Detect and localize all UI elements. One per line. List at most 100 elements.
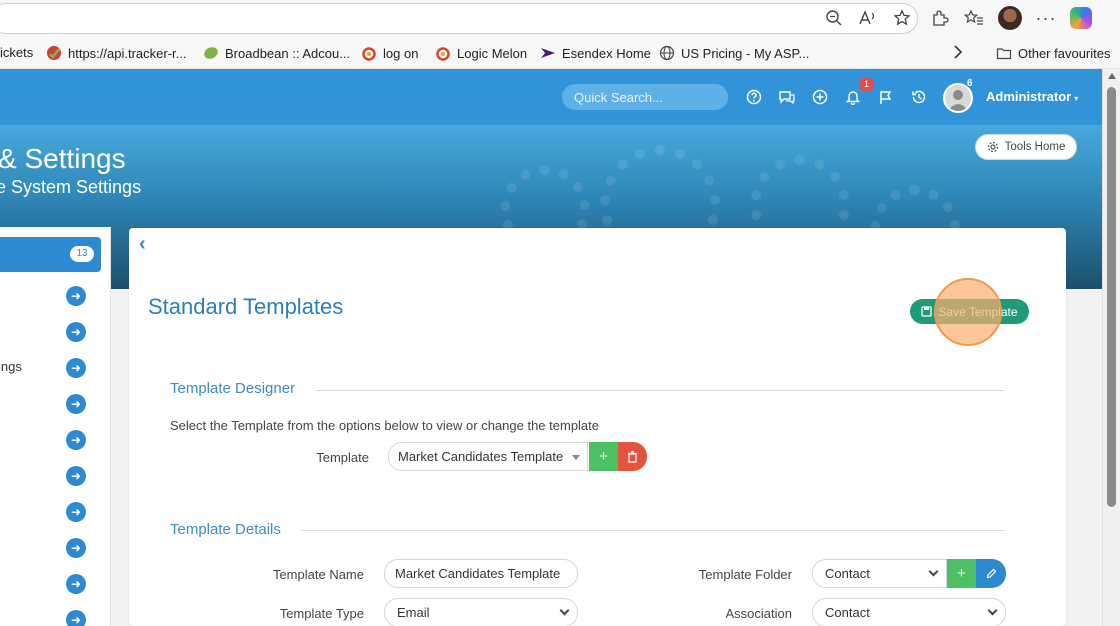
template-type-select[interactable]: Email <box>384 598 578 626</box>
broadbean-favicon <box>204 47 218 59</box>
template-name-input[interactable]: Market Candidates Template <box>384 559 578 588</box>
user-menu-caret-icon: ▾ <box>1074 94 1079 103</box>
click-highlight <box>934 278 1002 346</box>
back-chevron-icon[interactable]: ‹ <box>139 233 146 256</box>
settings-sidebar: 13 ➜ ➜ ings ➜ ➜ ➜ ➜ ➜ ➜ ➜ ➜ <box>0 227 111 626</box>
bookmark-item[interactable]: log on <box>361 45 418 61</box>
banner-title: & Settings <box>0 143 126 174</box>
template-details-heading: Template Details <box>170 521 281 538</box>
other-favourites-label: Other favourites <box>1018 45 1111 61</box>
association-label: Association <box>725 606 792 621</box>
template-type-label: Template Type <box>279 606 364 621</box>
tools-home-button[interactable]: Tools Home <box>975 134 1077 160</box>
add-circle-icon[interactable] <box>811 88 829 106</box>
zoom-icon[interactable] <box>824 8 844 28</box>
tools-home-label: Tools Home <box>1004 141 1066 153</box>
bookmark-item[interactable]: Logic Melon <box>435 45 527 61</box>
bookmark-label: ickets <box>0 45 34 60</box>
bookmark-item[interactable]: ickets <box>0 45 33 60</box>
page-scrollbar[interactable] <box>1102 69 1120 626</box>
bookmark-label: Broadbean :: Adcou... <box>225 45 351 61</box>
sidebar-arrow-icon[interactable]: ➜ <box>66 394 86 414</box>
trash-icon <box>628 450 637 463</box>
sidebar-arrow-icon[interactable]: ➜ <box>66 574 86 594</box>
copilot-icon[interactable] <box>1070 7 1092 29</box>
chevron-down-icon <box>559 605 570 616</box>
delete-template-button[interactable] <box>618 442 647 471</box>
pencil-icon <box>986 568 996 579</box>
edit-folder-button[interactable] <box>976 559 1006 588</box>
bookmark-item[interactable]: https://api.tracker-r... <box>46 45 187 61</box>
sidebar-arrow-icon[interactable]: ➜ <box>66 610 86 626</box>
designer-instruction: Select the Template from the options bel… <box>170 418 600 433</box>
page-title: Standard Templates <box>148 294 344 319</box>
browser-toolbar: ··· <box>0 0 1120 37</box>
browser-profile-avatar[interactable] <box>998 6 1022 30</box>
bookmark-label: Esendex Home <box>562 45 651 61</box>
logon-favicon <box>362 47 376 61</box>
sidebar-arrow-icon[interactable]: ➜ <box>66 286 86 306</box>
template-select[interactable]: Market Candidates Template <box>388 442 588 471</box>
template-folder-label: Template Folder <box>698 567 792 582</box>
user-menu[interactable]: Administrator ▾ <box>986 89 1078 104</box>
bookmark-item[interactable]: US Pricing - My ASP... <box>659 45 809 61</box>
add-template-button[interactable]: + <box>589 442 618 471</box>
flag-icon[interactable] <box>877 88 895 106</box>
template-folder-select[interactable]: Contact <box>812 559 947 588</box>
favorite-star-icon[interactable] <box>892 8 912 28</box>
sidebar-arrow-icon[interactable]: ➜ <box>66 502 86 522</box>
address-bar[interactable] <box>0 3 918 34</box>
app-header: 1 6 Administrator▾ <box>0 69 1102 125</box>
association-select[interactable]: Contact <box>812 598 1006 626</box>
favorites-list-icon[interactable] <box>964 8 984 28</box>
address-bar-actions <box>824 8 912 28</box>
sidebar-item-active[interactable]: 13 <box>0 237 101 272</box>
main-card: ‹ Standard Templates Save Template Templ… <box>129 228 1066 626</box>
sidebar-count-badge: 13 <box>70 246 94 262</box>
read-aloud-icon[interactable] <box>858 8 878 28</box>
bookmark-item[interactable]: Broadbean :: Adcou... <box>203 45 350 61</box>
user-badge: 6 <box>967 78 973 89</box>
bookmarks-overflow-chevron-icon[interactable] <box>952 45 964 59</box>
gear-icon <box>987 141 998 153</box>
scroll-up-arrow-icon[interactable] <box>1108 73 1116 79</box>
bookmarks-bar: ickets https://api.tracker-r... Broadbea… <box>0 37 1120 69</box>
section-divider <box>301 530 1005 531</box>
save-disk-icon <box>921 306 933 317</box>
chevron-down-icon <box>987 605 998 616</box>
sidebar-arrow-icon[interactable]: ➜ <box>66 430 86 450</box>
notifications-bell-icon[interactable] <box>844 88 862 106</box>
quick-search-input[interactable] <box>562 84 728 110</box>
chat-icon[interactable] <box>778 88 796 106</box>
plus-icon: + <box>957 565 966 582</box>
extensions-puzzle-icon[interactable] <box>930 8 950 28</box>
template-type-value: Email <box>397 605 430 620</box>
sidebar-arrow-icon[interactable]: ➜ <box>66 322 86 342</box>
bookmark-label: https://api.tracker-r... <box>68 45 187 61</box>
logic-melon-favicon <box>436 47 450 61</box>
template-select-value: Market Candidates Template <box>398 449 564 464</box>
chevron-down-icon <box>928 566 939 577</box>
help-icon[interactable] <box>745 88 763 106</box>
esendex-favicon <box>541 48 555 58</box>
bookmark-label: US Pricing - My ASP... <box>681 45 810 61</box>
template-label: Template <box>316 450 369 465</box>
user-name: Administrator <box>986 89 1072 104</box>
template-name-label: Template Name <box>272 567 364 582</box>
sidebar-arrow-icon[interactable]: ➜ <box>66 538 86 558</box>
folder-icon <box>996 48 1012 60</box>
history-icon[interactable] <box>910 88 928 106</box>
notification-badge: 1 <box>859 77 874 92</box>
template-name-value: Market Candidates Template <box>395 566 561 581</box>
add-folder-button[interactable]: + <box>947 559 976 588</box>
bookmark-label: log on <box>383 45 419 61</box>
sidebar-arrow-icon[interactable]: ➜ <box>66 466 86 486</box>
more-options-icon[interactable]: ··· <box>1036 8 1056 28</box>
scroll-thumb[interactable] <box>1107 87 1116 507</box>
other-favourites[interactable]: Other favourites <box>996 45 1111 61</box>
globe-icon <box>659 45 675 61</box>
bookmark-item[interactable]: Esendex Home <box>540 45 651 61</box>
section-divider <box>315 390 1005 391</box>
sidebar-arrow-icon[interactable]: ➜ <box>66 358 86 378</box>
plus-icon: + <box>599 448 608 465</box>
